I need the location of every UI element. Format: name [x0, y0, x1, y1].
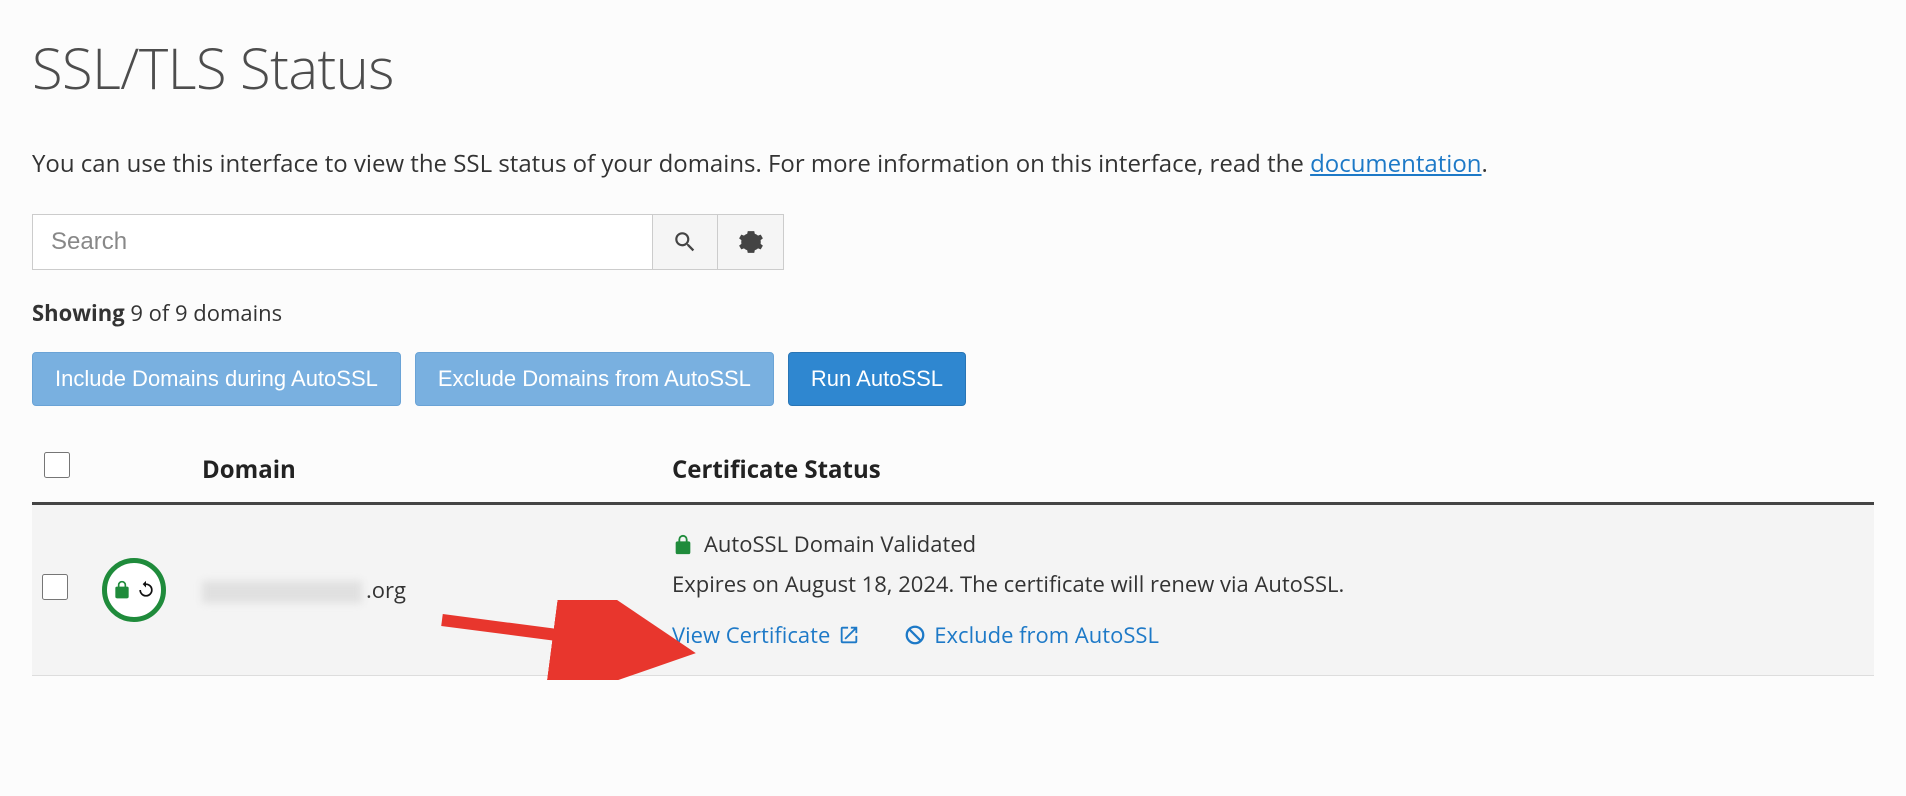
documentation-link[interactable]: documentation — [1310, 147, 1481, 180]
header-icon-col — [92, 440, 192, 504]
cert-status-title: AutoSSL Domain Validated — [704, 527, 976, 562]
lock-icon — [112, 578, 132, 602]
header-cert-status: Certificate Status — [662, 440, 1874, 504]
select-all-checkbox[interactable] — [44, 452, 70, 478]
cert-status-detail: Expires on August 18, 2024. The certific… — [672, 567, 1864, 602]
search-settings-button[interactable] — [718, 214, 784, 270]
showing-label: Showing — [32, 298, 125, 328]
page-title: SSL/TLS Status — [32, 30, 1874, 106]
showing-count: Showing 9 of 9 domains — [32, 298, 1874, 328]
search-button[interactable] — [652, 214, 718, 270]
prohibit-icon — [904, 624, 926, 646]
header-domain: Domain — [192, 440, 662, 504]
header-checkbox-col — [32, 440, 92, 504]
run-autossl-button[interactable]: Run AutoSSL — [788, 352, 966, 406]
external-link-icon — [838, 624, 860, 646]
search-icon — [672, 229, 698, 255]
domain-suffix: .org — [366, 575, 406, 605]
bulk-action-row: Include Domains during AutoSSL Exclude D… — [32, 352, 1874, 406]
exclude-link-label: Exclude from AutoSSL — [934, 618, 1159, 653]
refresh-icon — [136, 580, 156, 600]
gears-icon — [738, 229, 764, 255]
ssl-status-icon — [102, 558, 166, 622]
desc-text: You can use this interface to view the S… — [32, 147, 1310, 180]
cert-status-cell: AutoSSL Domain Validated Expires on Augu… — [662, 504, 1874, 676]
search-input[interactable] — [32, 214, 652, 270]
domains-table: Domain Certificate Status — [32, 440, 1874, 676]
showing-text: 9 of 9 domains — [130, 298, 282, 328]
include-domains-button[interactable]: Include Domains during AutoSSL — [32, 352, 401, 406]
domain-redacted — [202, 581, 362, 603]
view-cert-label: View Certificate — [672, 618, 830, 653]
exclude-domains-button[interactable]: Exclude Domains from AutoSSL — [415, 352, 774, 406]
lock-icon — [672, 532, 694, 558]
domain-cell: .org — [192, 504, 662, 676]
row-checkbox[interactable] — [42, 574, 68, 600]
view-certificate-link[interactable]: View Certificate — [672, 618, 860, 653]
desc-suffix: . — [1482, 147, 1488, 180]
exclude-from-autossl-link[interactable]: Exclude from AutoSSL — [904, 618, 1159, 653]
table-row: .org AutoSSL Domain Validated Expires on… — [32, 504, 1874, 676]
page-description: You can use this interface to view the S… — [32, 146, 1874, 182]
search-bar — [32, 214, 1874, 270]
